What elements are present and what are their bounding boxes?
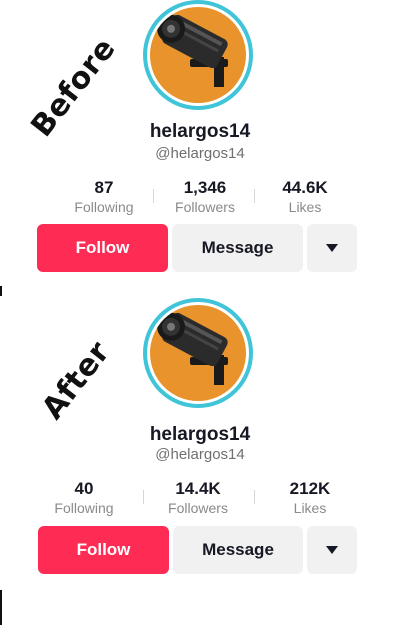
stat-likes[interactable]: 212K Likes [255,479,365,516]
edge-divider-mark [0,590,2,625]
before-profile-panel: Before helargos14 @helargos14 87 Followi… [0,0,400,300]
stat-label: Followers [175,199,235,215]
username: helargos14 [149,121,251,142]
stat-value: 44.6K [282,178,328,197]
follow-button[interactable]: Follow [38,526,169,574]
after-label: After [35,334,118,427]
handle: @helargos14 [155,145,245,162]
avatar[interactable] [143,298,253,408]
security-camera-icon [150,305,246,401]
more-options-button[interactable] [307,224,357,272]
stat-value: 1,346 [183,178,227,197]
message-button[interactable]: Message [173,526,303,574]
caret-down-icon [326,546,338,554]
stat-following[interactable]: 40 Following [29,479,139,516]
username: helargos14 [149,424,251,445]
avatar[interactable] [143,0,253,110]
stat-value: 212K [289,479,331,498]
stat-label: Following [54,500,114,516]
stat-following[interactable]: 87 Following [49,178,159,215]
stat-label: Likes [293,500,327,516]
stat-followers[interactable]: 1,346 Followers [150,178,260,215]
stat-value: 87 [94,178,114,197]
handle: @helargos14 [155,446,245,463]
stat-followers[interactable]: 14.4K Followers [143,479,253,516]
follow-button[interactable]: Follow [37,224,168,272]
stat-label: Followers [168,500,228,516]
stat-value: 14.4K [175,479,221,498]
stat-label: Following [74,199,134,215]
security-camera-icon [150,7,246,103]
more-options-button[interactable] [307,526,357,574]
stat-label: Likes [288,199,322,215]
caret-down-icon [326,244,338,252]
stat-value: 40 [74,479,94,498]
after-profile-panel: After helargos14 @helargos14 40 Followin… [0,298,400,625]
edge-divider-mark [0,286,2,296]
message-button[interactable]: Message [172,224,303,272]
stat-likes[interactable]: 44.6K Likes [250,178,360,215]
